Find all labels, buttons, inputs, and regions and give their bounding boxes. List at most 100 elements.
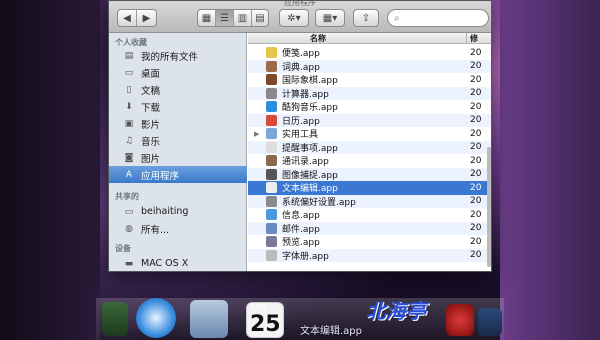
sidebar-item-label: 影片 — [141, 119, 161, 131]
file-name: 酷狗音乐.app — [282, 103, 338, 114]
app-icon — [266, 249, 277, 261]
movies-icon: ▣ — [124, 118, 134, 129]
file-row[interactable]: 词典.app 20 — [248, 59, 491, 73]
coverflow-view-button[interactable]: ▤ — [252, 10, 268, 26]
sidebar-item-label: 桌面 — [141, 68, 161, 80]
file-date: 20 — [470, 47, 482, 58]
file-name: 便笺.app — [282, 49, 320, 60]
icon-view-button[interactable]: ▦ — [198, 10, 216, 26]
arrange-icon: ▦▾ — [322, 12, 338, 24]
sidebar-item-movies[interactable]: ▣ 影片 — [109, 115, 247, 132]
file-row[interactable]: 系统偏好设置.app 20 — [248, 194, 491, 208]
app-icon — [266, 114, 277, 126]
file-name: 词典.app — [282, 62, 320, 73]
computer-icon: ▭ — [124, 206, 134, 217]
file-row[interactable]: 酷狗音乐.app 20 — [248, 100, 491, 114]
name-column-header[interactable]: 名称 — [310, 33, 326, 44]
rose-icon[interactable] — [446, 304, 474, 336]
file-row[interactable]: 通讯录.app 20 — [248, 154, 491, 168]
disclosure-triangle-icon[interactable]: ▶ — [254, 130, 259, 138]
file-row[interactable]: 文本编辑.app 20 — [248, 181, 491, 195]
file-name: 字体册.app — [282, 251, 329, 262]
file-row[interactable]: 信息.app 20 — [248, 208, 491, 222]
file-name: 通讯录.app — [282, 157, 329, 168]
app-icon — [266, 195, 277, 207]
app-icon — [266, 141, 277, 153]
window-title: 应用程序 — [109, 1, 491, 7]
sidebar-item-applications[interactable]: A 应用程序 — [109, 166, 247, 183]
search-icon: ⌕ — [394, 12, 400, 24]
gear-icon: ✲▾ — [287, 12, 301, 24]
file-date: 20 — [470, 88, 482, 99]
file-row[interactable]: 字体册.app 20 — [248, 248, 491, 262]
back-arrow-icon: ◀ — [123, 12, 131, 24]
share-group: ⇪ — [353, 9, 379, 27]
file-date: 20 — [470, 115, 482, 126]
file-row[interactable]: 图像捕捉.app 20 — [248, 167, 491, 181]
app-icon — [266, 60, 277, 72]
action-menu-button[interactable]: ✲▾ — [280, 10, 308, 26]
date-column-header[interactable]: 修 — [470, 33, 478, 44]
pictures-icon: ◙ — [124, 152, 134, 163]
app-icon — [266, 101, 277, 113]
sidebar-item-music[interactable]: ♫ 音乐 — [109, 132, 247, 149]
watermark-logo: 北海亭 — [366, 299, 426, 323]
applications-icon: A — [125, 169, 133, 180]
sidebar-item-documents[interactable]: ▯ 文稿 — [109, 81, 247, 98]
file-row[interactable]: 邮件.app 20 — [248, 221, 491, 235]
sidebar-item-all-files[interactable]: ▤ 我的所有文件 — [109, 47, 247, 64]
file-name: 系统偏好设置.app — [282, 197, 356, 208]
file-row[interactable]: 便笺.app 20 — [248, 46, 491, 60]
sidebar-item-mac-os-x[interactable]: ▬ MAC OS X — [109, 255, 247, 271]
app-icon — [266, 87, 277, 99]
file-row[interactable]: 国际象棋.app 20 — [248, 73, 491, 87]
sidebar-item-desktop[interactable]: ▭ 桌面 — [109, 64, 247, 81]
sidebar-item-label: MAC OS X — [141, 258, 189, 269]
preferences-icon[interactable] — [478, 308, 502, 336]
dock-app-icon[interactable] — [102, 302, 128, 336]
file-name: 计算器.app — [282, 89, 329, 100]
file-date: 20 — [470, 182, 482, 193]
file-date: 20 — [470, 223, 482, 234]
sidebar-item-label: 我的所有文件 — [141, 51, 199, 63]
icon-view-icon: ▦ — [201, 12, 212, 24]
mail-icon[interactable] — [190, 300, 228, 338]
file-date: 20 — [470, 236, 482, 247]
share-button[interactable]: ⇪ — [354, 10, 378, 26]
documents-icon: ▯ — [126, 84, 132, 95]
column-view-icon: ▥ — [237, 12, 248, 24]
app-icon — [266, 236, 277, 248]
file-date: 20 — [470, 155, 482, 166]
app-icon — [266, 209, 277, 221]
list-view-button[interactable]: ☰ — [216, 10, 234, 26]
file-name: 邮件.app — [282, 224, 320, 235]
file-row[interactable]: ▶ 实用工具 20 — [248, 127, 491, 141]
safari-icon[interactable] — [136, 298, 176, 338]
file-row[interactable]: 日历.app 20 — [248, 113, 491, 127]
column-view-button[interactable]: ▥ — [234, 10, 252, 26]
column-header: 名称 修 — [248, 33, 491, 44]
app-icon — [266, 47, 277, 59]
forward-button[interactable]: ▶ — [137, 10, 156, 26]
sidebar-item-pictures[interactable]: ◙ 图片 — [109, 149, 247, 166]
vertical-scrollbar[interactable] — [487, 147, 491, 267]
file-date: 20 — [470, 101, 482, 112]
file-date: 20 — [470, 196, 482, 207]
file-row[interactable]: 预览.app 20 — [248, 235, 491, 249]
app-icon — [266, 168, 277, 180]
file-row[interactable]: 提醒事项.app 20 — [248, 140, 491, 154]
search-input[interactable]: ⌕ — [387, 9, 489, 27]
file-name: 日历.app — [282, 116, 320, 127]
sidebar-item-label: 所有... — [141, 224, 170, 236]
sidebar-item-beihaiting[interactable]: ▭ beihaiting — [109, 203, 247, 220]
sidebar-item-downloads[interactable]: ⬇ 下载 — [109, 98, 247, 115]
forward-arrow-icon: ▶ — [142, 12, 151, 24]
arrange-menu-button[interactable]: ▦▾ — [316, 10, 344, 26]
file-name: 实用工具 — [282, 130, 319, 141]
file-row[interactable]: 计算器.app 20 — [248, 86, 491, 100]
sidebar-item-all-shared[interactable]: ◍ 所有... — [109, 220, 247, 237]
file-date: 20 — [470, 169, 482, 180]
back-button[interactable]: ◀ — [118, 10, 137, 26]
sidebar-item-label: beihaiting — [141, 206, 189, 217]
calendar-month: 11月 — [250, 303, 266, 311]
